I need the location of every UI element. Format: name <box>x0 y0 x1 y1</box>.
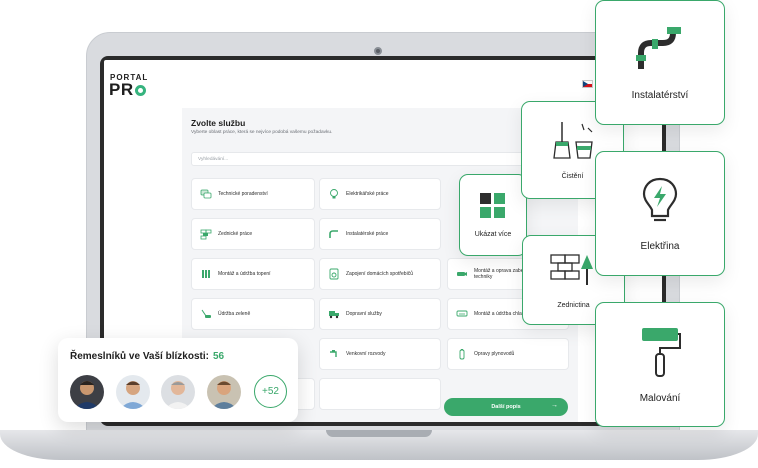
bulb-icon <box>328 188 340 200</box>
bricks-trowel-icon <box>549 251 599 296</box>
hero-illustration: PORTAL PR Zvolte službu Vyberte oblast p… <box>0 0 758 468</box>
card-plumbing[interactable]: Instalatérství <box>595 0 725 125</box>
next-button-label: Další popis <box>491 404 521 410</box>
card-label: Čistění <box>561 173 584 180</box>
card-label: Elektřina <box>640 240 680 252</box>
gas-icon <box>456 348 468 360</box>
card-label: Malování <box>639 392 681 404</box>
service-item[interactable]: Technické poradenství <box>191 178 315 210</box>
pipe-icon <box>328 228 340 240</box>
service-item[interactable]: Opravy plynovodů <box>447 338 569 370</box>
service-item[interactable]: Zapojení domácích spotřebičů <box>319 258 441 290</box>
nearby-craftsmen-card: Řemeslníků ve Vaší blízkosti: 56 +52 <box>58 338 298 422</box>
avatar[interactable] <box>207 375 241 409</box>
pipe-icon <box>633 25 687 80</box>
card-label: Instalatérství <box>631 89 689 101</box>
card-show-more[interactable]: Ukázat více <box>459 174 527 256</box>
grid-icon <box>479 192 507 225</box>
radiator-icon <box>200 268 212 280</box>
ac-icon <box>456 308 468 320</box>
broom-bucket-icon <box>548 120 598 167</box>
service-label: Montáž a údržba topení <box>218 270 271 277</box>
nearby-count: 56 <box>212 351 225 362</box>
card-label: Ukázat více <box>474 231 512 238</box>
search-input[interactable]: Vyhledávání... <box>191 152 571 166</box>
service-item[interactable]: Montáž a údržba topení <box>191 258 315 290</box>
mower-icon <box>200 308 212 320</box>
avatar[interactable] <box>116 375 150 409</box>
appliance-icon <box>328 268 340 280</box>
laptop-notch <box>326 430 432 437</box>
service-item[interactable]: Instalatérské práce <box>319 218 441 250</box>
service-label: Elektrikářské práce <box>346 190 389 197</box>
more-craftsmen-badge[interactable]: +52 <box>254 375 287 408</box>
card-label: Zednictina <box>557 302 590 309</box>
service-label: Údržba zeleně <box>218 310 251 317</box>
tap-icon <box>328 348 340 360</box>
bricks-icon <box>200 228 212 240</box>
panel-subtitle: Vyberte oblast práce, která se nejvíce p… <box>191 130 333 135</box>
card-painting[interactable]: Malování <box>595 302 725 427</box>
nearby-title-text: Řemeslníků ve Vaší blízkosti: <box>70 351 209 362</box>
camera-icon <box>456 268 468 280</box>
service-label: Zednické práce <box>218 230 253 237</box>
service-label: Zapojení domácích spotřebičů <box>346 270 413 277</box>
service-label: Dopravní služby <box>346 310 382 317</box>
service-label: Opravy plynovodů <box>474 350 515 357</box>
service-item[interactable]: Venkovní rozvody <box>319 338 441 370</box>
avatar[interactable] <box>161 375 195 409</box>
service-item[interactable]: Elektrikářské práce <box>319 178 441 210</box>
paint-roller-icon <box>638 326 682 383</box>
service-item[interactable]: Údržba zeleně <box>191 298 315 330</box>
arrow-right-icon: → <box>551 402 558 409</box>
nearby-title: Řemeslníků ve Vaší blízkosti: 56 <box>70 351 224 362</box>
service-item[interactable]: Dopravní služby <box>319 298 441 330</box>
laptop-camera <box>374 47 382 55</box>
chat-icon <box>200 188 212 200</box>
truck-icon <box>328 308 340 320</box>
service-item[interactable] <box>319 378 441 410</box>
service-item[interactable]: Zednické práce <box>191 218 315 250</box>
service-label: Instalatérské práce <box>346 230 389 237</box>
avatar[interactable] <box>70 375 104 409</box>
card-electric[interactable]: Elektřina <box>595 151 725 276</box>
next-button[interactable]: Další popis → <box>444 398 568 416</box>
service-label: Technické poradenství <box>218 190 268 197</box>
panel-title: Zvolte službu <box>191 118 246 128</box>
service-label: Venkovní rozvody <box>346 350 386 357</box>
lightbulb-icon <box>640 176 680 231</box>
